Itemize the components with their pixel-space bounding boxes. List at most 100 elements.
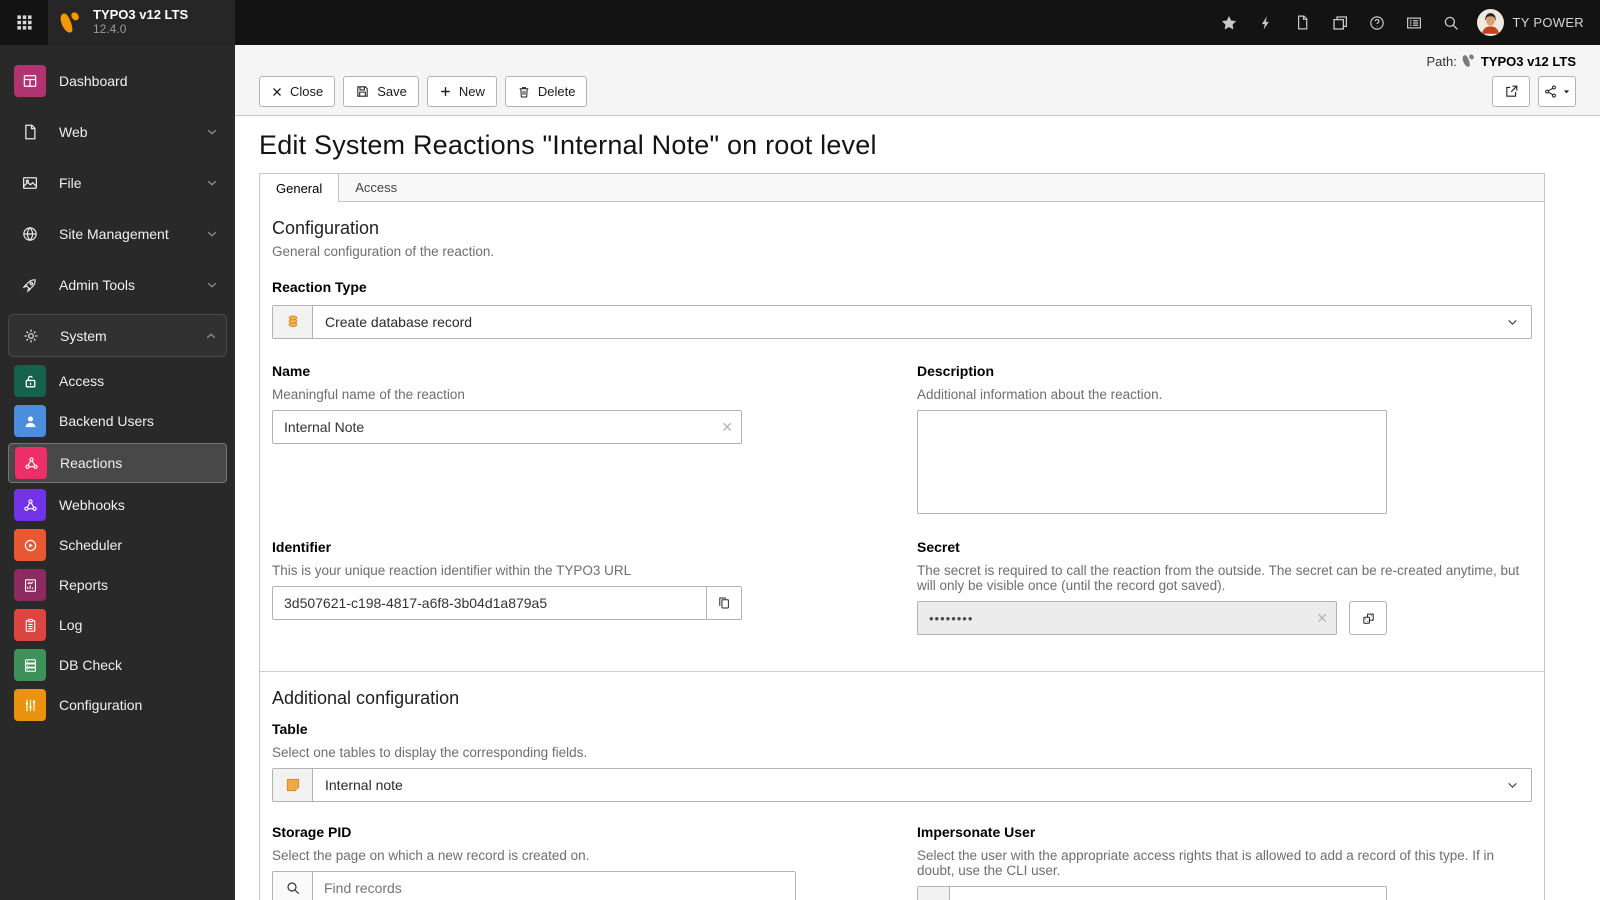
close-button[interactable]: Close — [259, 76, 336, 107]
table-select[interactable]: Internal note — [272, 768, 1532, 802]
impersonate-user-select[interactable] — [917, 886, 1387, 900]
help-icon[interactable] — [1358, 0, 1395, 45]
workspaces-icon[interactable] — [1321, 0, 1358, 45]
sidebar-item-file[interactable]: File — [0, 157, 235, 208]
sliders-icon — [14, 689, 46, 721]
sidebar-item-admin-tools[interactable]: Admin Tools — [0, 259, 235, 310]
apps-grid-icon — [16, 14, 33, 31]
save-icon — [355, 84, 370, 99]
name-label: Name — [272, 363, 311, 379]
new-document-icon[interactable] — [1284, 0, 1321, 45]
identifier-label: Identifier — [272, 539, 332, 555]
secret-input[interactable] — [917, 601, 1337, 635]
database-stack-icon — [14, 649, 46, 681]
search-icon[interactable] — [1432, 0, 1469, 45]
clipboard-copy-icon — [719, 597, 729, 609]
description-textarea[interactable] — [917, 410, 1387, 514]
chevron-down-icon — [205, 125, 219, 139]
note-icon — [273, 769, 313, 801]
regenerate-icon — [1362, 613, 1374, 624]
table-label: Table — [272, 721, 308, 737]
chevron-down-icon — [205, 278, 219, 292]
impersonate-user-label: Impersonate User — [917, 824, 1036, 840]
clear-icon[interactable]: ✕ — [721, 420, 733, 434]
section-additional-configuration: Additional configuration Table Select on… — [260, 671, 1544, 900]
brand[interactable]: TYPO3 v12 LTS 12.4.0 — [48, 0, 235, 45]
avatar — [1477, 9, 1505, 36]
sidebar-item-system[interactable]: System — [8, 314, 227, 357]
tab-access[interactable]: Access — [339, 174, 413, 201]
topbar: TYPO3 v12 LTS 12.4.0 TY POWER — [0, 0, 1600, 45]
module-menu: Dashboard Web File Site Management Admin… — [0, 45, 235, 900]
chevron-down-icon — [1506, 779, 1519, 792]
typo3-backend: TYPO3 v12 LTS 12.4.0 TY POWER Dashboard … — [0, 0, 1600, 900]
reaction-type-select[interactable]: Create database record — [272, 305, 1532, 339]
save-button[interactable]: Save — [343, 76, 419, 107]
module-body: Path: TYPO3 v12 LTS Close Save New Delet… — [235, 45, 1600, 900]
sidebar-item-reactions[interactable]: Reactions — [8, 443, 227, 483]
tab-panel-general: Configuration General configuration of t… — [259, 201, 1545, 900]
play-circle-icon — [14, 529, 46, 561]
copy-to-clipboard-button[interactable] — [706, 586, 742, 620]
sidebar-item-web[interactable]: Web — [0, 106, 235, 157]
sidebar-item-scheduler[interactable]: Scheduler — [0, 525, 235, 565]
section-heading: Additional configuration — [272, 688, 460, 708]
product-version: 12.4.0 — [93, 22, 127, 37]
unlock-icon — [14, 365, 46, 397]
clear-cache-bolt-icon[interactable] — [1247, 0, 1284, 45]
sidebar-item-site-management[interactable]: Site Management — [0, 208, 235, 259]
path-value: TYPO3 v12 LTS — [1480, 53, 1576, 69]
module-menu-toggle-button[interactable] — [0, 0, 48, 45]
delete-button[interactable]: Delete — [504, 76, 588, 107]
secret-label: Secret — [917, 539, 960, 555]
product-name: TYPO3 v12 LTS — [93, 7, 189, 23]
docheader: Path: TYPO3 v12 LTS Close Save New Delet… — [235, 45, 1600, 116]
sidebar-item-configuration[interactable]: Configuration — [0, 685, 235, 725]
tab-general[interactable]: General — [260, 174, 340, 202]
new-button[interactable]: New — [426, 76, 497, 107]
chevron-down-icon — [1506, 316, 1519, 329]
nodes-icon — [14, 489, 46, 521]
section-configuration: Configuration General configuration of t… — [260, 202, 1544, 671]
close-icon — [271, 86, 283, 98]
user-icon — [14, 405, 46, 437]
sidebar-item-log[interactable]: Log — [0, 605, 235, 645]
caret-down-icon — [1563, 90, 1570, 94]
system-information-icon[interactable] — [1395, 0, 1432, 45]
clear-icon[interactable]: ✕ — [1316, 611, 1328, 625]
regenerate-secret-button[interactable] — [1349, 601, 1387, 635]
dashboard-icon — [14, 64, 46, 97]
tab-bar: General Access — [259, 173, 1545, 202]
typo3-logo — [58, 10, 84, 36]
file-image-icon — [14, 167, 46, 199]
sidebar-item-backend-users[interactable]: Backend Users — [0, 401, 235, 441]
sidebar-item-access[interactable]: Access — [0, 361, 235, 401]
user-menu[interactable]: TY POWER — [1469, 0, 1600, 45]
user-name: TY POWER — [1512, 15, 1584, 30]
report-chart-icon — [14, 569, 46, 601]
open-in-new-window-icon — [1505, 85, 1517, 97]
open-in-new-window-button[interactable] — [1492, 76, 1530, 107]
chevron-down-icon — [205, 176, 219, 190]
web-page-icon — [14, 116, 46, 148]
share-dropdown-button[interactable] — [1538, 76, 1576, 107]
sidebar-item-reports[interactable]: Reports — [0, 565, 235, 605]
bookmark-star-icon[interactable] — [1210, 0, 1247, 45]
chevron-down-icon — [205, 227, 219, 241]
sidebar-item-dashboard[interactable]: Dashboard — [0, 55, 235, 106]
chevron-up-icon — [204, 329, 218, 343]
sidebar-item-db-check[interactable]: DB Check — [0, 645, 235, 685]
typo3-logo-gray — [1461, 53, 1477, 69]
sidebar-item-webhooks[interactable]: Webhooks — [0, 485, 235, 525]
name-input[interactable] — [272, 410, 742, 444]
search-icon — [273, 872, 313, 900]
breadcrumb: TYPO3 v12 LTS — [1461, 53, 1576, 69]
database-coins-icon — [273, 306, 313, 338]
find-records-input[interactable] — [313, 872, 795, 900]
storage-pid-search — [272, 871, 796, 900]
nodes-icon — [15, 447, 47, 479]
share-icon — [1545, 85, 1556, 98]
description-label: Description — [917, 363, 995, 379]
rocket-icon — [14, 269, 46, 301]
identifier-input[interactable] — [272, 586, 707, 620]
